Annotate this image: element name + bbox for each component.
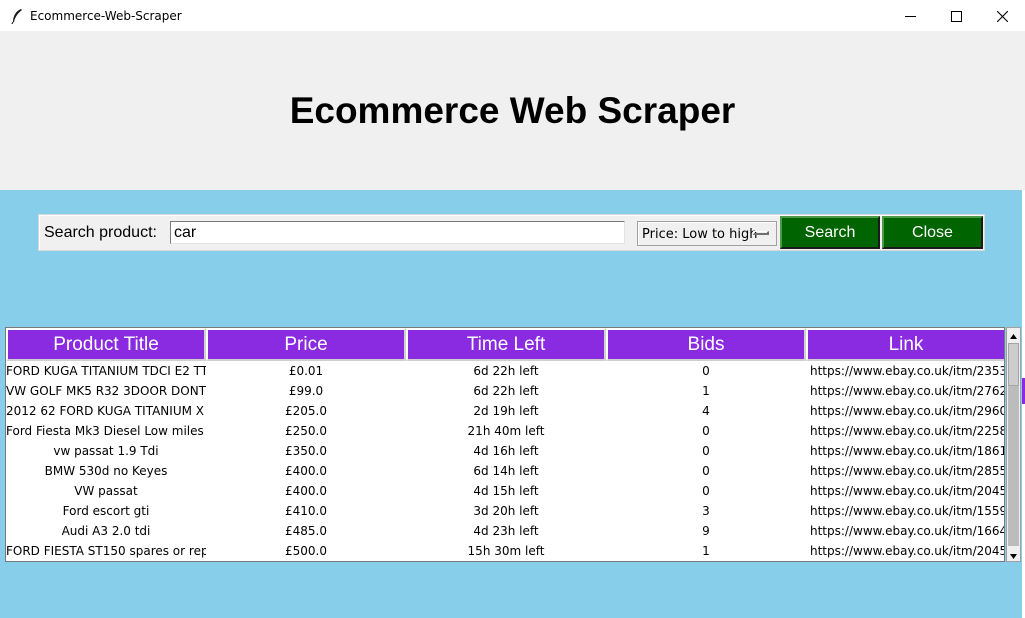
cell-time-left: 2d 19h left	[473, 404, 539, 418]
search-input[interactable]	[170, 221, 625, 244]
cell-time-left: 4d 15h left	[473, 484, 539, 498]
cell-link: https://www.ebay.co.uk/itm/225886	[810, 424, 1005, 438]
scroll-down-button[interactable]	[1007, 548, 1020, 561]
cell-time-left: 3d 20h left	[473, 504, 539, 518]
cell-product-title: FORD FIESTA ST150 spares or repair II	[6, 544, 206, 558]
cell-product-title: Audi A3 2.0 tdi	[61, 524, 151, 538]
scroll-track[interactable]	[1008, 386, 1019, 546]
cell-link: https://www.ebay.co.uk/itm/276202	[810, 384, 1005, 398]
cell-price: £410.0	[285, 504, 327, 518]
search-label: Search product:	[44, 224, 157, 241]
cell-price: £400.0	[285, 464, 327, 478]
maximize-icon	[950, 10, 962, 22]
triangle-up-icon	[1010, 326, 1017, 344]
cell-time-left: 15h 30m left	[467, 544, 545, 558]
table-scrollbar[interactable]	[1006, 327, 1021, 562]
table-row[interactable]: vw passat 1.9 Tdi £350.0 4d 16h left 0 h…	[6, 441, 1005, 461]
cell-link: https://www.ebay.co.uk/itm/166466	[810, 524, 1005, 538]
cell-bids: 9	[702, 524, 710, 538]
cell-link: https://www.ebay.co.uk/itm/204558	[810, 484, 1005, 498]
scroll-thumb[interactable]	[1008, 343, 1019, 386]
minimize-button[interactable]	[887, 0, 933, 32]
column-header-product-title[interactable]: Product Title	[6, 328, 206, 361]
table-row[interactable]: FORD FIESTA ST150 spares or repair II £5…	[6, 541, 1005, 561]
cell-product-title: BMW 530d no Keyes	[44, 464, 168, 478]
table-row[interactable]: Ford Fiesta Mk3 Diesel Low miles !!! £25…	[6, 421, 1005, 441]
cell-bids: 0	[702, 444, 710, 458]
cell-bids: 0	[702, 364, 710, 378]
window-titlebar: Ecommerce-Web-Scraper	[0, 0, 1025, 32]
cell-product-title: Ford Fiesta Mk3 Diesel Low miles !!!	[6, 424, 206, 438]
minimize-icon	[904, 11, 916, 22]
cell-link: https://www.ebay.co.uk/itm/204561	[810, 544, 1005, 558]
cell-bids: 0	[702, 464, 710, 478]
table-header: Product Title Price Time Left Bids Link	[6, 328, 1004, 361]
table-row[interactable]: Audi A3 2.0 tdi £485.0 4d 23h left 9 htt…	[6, 521, 1005, 541]
cell-time-left: 4d 23h left	[473, 524, 539, 538]
window-title: Ecommerce-Web-Scraper	[30, 9, 182, 23]
cell-link: https://www.ebay.co.uk/itm/2353230	[810, 364, 1004, 378]
table-row[interactable]: FORD KUGA TITANIUM TDCI E2 TTX1 £0.01 6d…	[6, 361, 1004, 381]
column-header-price[interactable]: Price	[206, 328, 406, 361]
maximize-button[interactable]	[933, 0, 979, 32]
column-header-link[interactable]: Link	[806, 328, 1004, 361]
cell-link: https://www.ebay.co.uk/itm/186185	[810, 444, 1005, 458]
cell-price: £250.0	[285, 424, 327, 438]
cell-price: £99.0	[288, 384, 324, 398]
cell-price: £500.0	[285, 544, 327, 558]
cell-price: £350.0	[285, 444, 327, 458]
triangle-down-icon	[1010, 546, 1017, 564]
feather-icon	[10, 8, 24, 25]
table-row[interactable]: VW GOLF MK5 R32 3DOOR DONT MI £99.0 6d 2…	[6, 381, 1005, 401]
cell-bids: 0	[702, 424, 710, 438]
close-button[interactable]: Close	[882, 216, 983, 249]
table-row[interactable]: Ford escort gti £410.0 3d 20h left 3 htt…	[6, 501, 1005, 521]
close-icon	[996, 10, 1008, 22]
cell-product-title: FORD KUGA TITANIUM TDCI E2 TTX1	[6, 364, 206, 378]
page-title: Ecommerce Web Scraper	[289, 90, 736, 131]
cell-link: https://www.ebay.co.uk/itm/155913	[810, 504, 1005, 518]
window-close-button[interactable]	[979, 0, 1025, 32]
cell-time-left: 21h 40m left	[467, 424, 545, 438]
table-row[interactable]: 2012 62 FORD KUGA TITANIUM X 4X4 £205.0 …	[6, 401, 1004, 421]
cell-product-title: Ford escort gti	[62, 504, 150, 518]
cell-product-title: VW passat	[74, 484, 138, 498]
cell-bids: 3	[702, 504, 710, 518]
table-row[interactable]: VW passat £400.0 4d 15h left 0 https://w…	[6, 481, 1005, 501]
table-body: FORD KUGA TITANIUM TDCI E2 TTX1 £0.01 6d…	[6, 361, 1005, 561]
cell-link: https://www.ebay.co.uk/itm/285584	[810, 464, 1005, 478]
header-area: Ecommerce Web Scraper	[0, 32, 1025, 190]
cell-time-left: 6d 22h left	[473, 384, 539, 398]
cell-price: £205.0	[285, 404, 327, 418]
cell-product-title: 2012 62 FORD KUGA TITANIUM X 4X4	[6, 404, 206, 418]
cell-time-left: 4d 16h left	[473, 444, 539, 458]
search-button[interactable]: Search	[780, 216, 880, 249]
table-row[interactable]: BMW 530d no Keyes £400.0 6d 14h left 0 h…	[6, 461, 1005, 481]
cell-price: £0.01	[288, 364, 324, 378]
scroll-up-button[interactable]	[1007, 328, 1020, 341]
sort-dropdown[interactable]: Price: Low to high	[637, 221, 777, 246]
cell-product-title: VW GOLF MK5 R32 3DOOR DONT MI	[6, 384, 206, 398]
dropdown-indicator-icon	[753, 231, 769, 235]
cell-price: £485.0	[285, 524, 327, 538]
results-table: Product Title Price Time Left Bids Link …	[5, 327, 1005, 562]
sort-selected-value: Price: Low to high	[642, 227, 758, 242]
cell-bids: 1	[702, 384, 710, 398]
column-header-time-left[interactable]: Time Left	[406, 328, 606, 361]
cell-time-left: 6d 14h left	[473, 464, 539, 478]
cell-product-title: vw passat 1.9 Tdi	[53, 444, 159, 458]
cell-bids: 1	[702, 544, 710, 558]
cell-price: £400.0	[285, 484, 327, 498]
cell-link: https://www.ebay.co.uk/itm/2960814	[810, 404, 1004, 418]
cell-bids: 0	[702, 484, 710, 498]
search-bar: Search product: Price: Low to high Searc…	[38, 214, 985, 251]
cell-time-left: 6d 22h left	[473, 364, 539, 378]
cell-bids: 4	[702, 404, 710, 418]
column-header-bids[interactable]: Bids	[606, 328, 806, 361]
